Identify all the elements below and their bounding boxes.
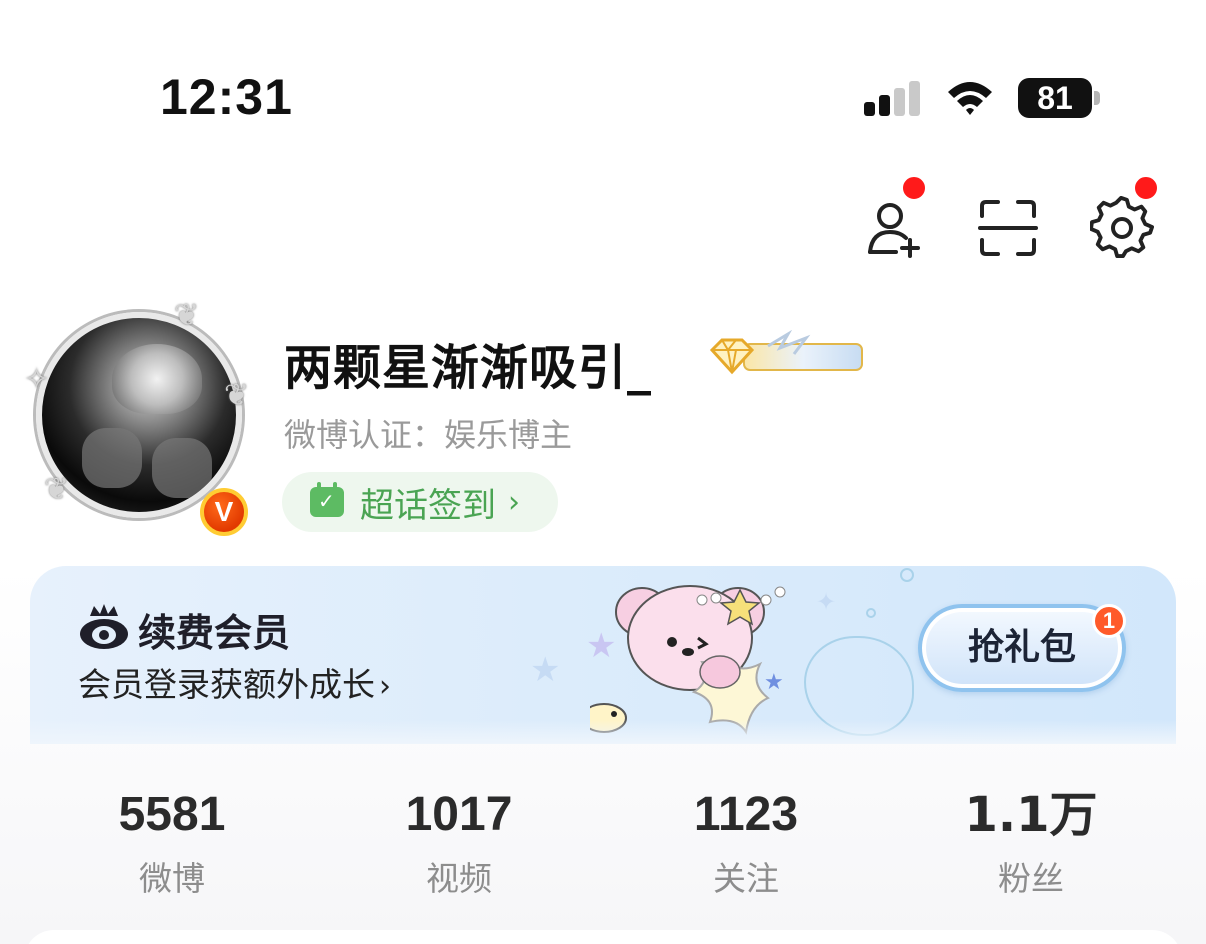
- butterfly-decoration-icon: ❦: [174, 298, 200, 333]
- verified-badge: V: [200, 488, 248, 536]
- vip-renewal-banner[interactable]: 续费会员 会员登录获额外成长 › ★ ★ ★ ✦ 抢礼包: [30, 566, 1176, 744]
- stat-following[interactable]: 1123 关注: [636, 788, 856, 900]
- stat-label: 微博: [139, 859, 205, 898]
- gear-icon[interactable]: [1089, 195, 1155, 260]
- vip-title: 续费会员: [138, 611, 291, 655]
- profile-page: 12:31 81 ❦ ✧ ❦ ❦ V 两颗星渐渐吸引_ 微博认证：娱乐博主 ✓ …: [0, 0, 1206, 944]
- certification-label: 微博认证：娱乐博主: [284, 416, 573, 454]
- notification-dot: [900, 174, 928, 202]
- chevron-right-icon: ›: [379, 669, 391, 704]
- add-friend-icon[interactable]: [862, 196, 926, 260]
- content-card-edge: [24, 930, 1182, 944]
- butterfly-decoration-icon: ✧: [24, 362, 50, 397]
- vip-subtitle[interactable]: 会员登录获额外成长 ›: [78, 658, 391, 706]
- bubble-decoration: [900, 568, 914, 582]
- stat-value: 1123: [693, 788, 799, 841]
- username: 两颗星渐渐吸引_: [284, 340, 653, 396]
- checkin-label: 超话签到: [360, 485, 496, 526]
- stat-value: 1017: [405, 788, 513, 841]
- stat-label: 粉丝: [998, 859, 1064, 898]
- notification-dot: [1132, 174, 1160, 202]
- diamond-medal-icon[interactable]: [708, 329, 866, 380]
- butterfly-decoration-icon: ❦: [224, 378, 250, 413]
- calendar-check-icon: [310, 482, 344, 517]
- super-topic-checkin-button[interactable]: 超话签到 ›: [282, 472, 558, 532]
- scan-icon[interactable]: [976, 196, 1040, 260]
- star-decoration-icon: ★: [530, 650, 561, 690]
- cellular-signal-icon: [864, 80, 924, 116]
- koala-mascot-illustration: [571, 572, 830, 744]
- battery-indicator: 81: [1018, 78, 1092, 118]
- stat-posts[interactable]: 5581 微博: [62, 788, 282, 900]
- butterfly-decoration-icon: ❦: [44, 472, 70, 507]
- avatar[interactable]: ❦ ✧ ❦ ❦ V: [24, 298, 254, 536]
- stat-value: 1.1万: [964, 787, 1098, 843]
- stat-videos[interactable]: 1017 视频: [349, 788, 569, 900]
- bubble-decoration: [866, 608, 876, 618]
- weibo-vip-logo-icon: [78, 602, 130, 650]
- status-time: 12:31: [160, 69, 293, 125]
- chevron-right-icon: ›: [508, 484, 520, 520]
- gift-count-badge: 1: [1092, 604, 1126, 638]
- vip-subtitle-text: 会员登录获额外成长: [78, 665, 375, 704]
- stat-label: 关注: [713, 859, 779, 898]
- stat-value: 5581: [118, 788, 226, 841]
- stat-label: 视频: [426, 859, 492, 898]
- stat-followers[interactable]: 1.1万 粉丝: [921, 788, 1141, 900]
- wifi-icon: [944, 78, 996, 118]
- battery-tip: [1094, 91, 1100, 105]
